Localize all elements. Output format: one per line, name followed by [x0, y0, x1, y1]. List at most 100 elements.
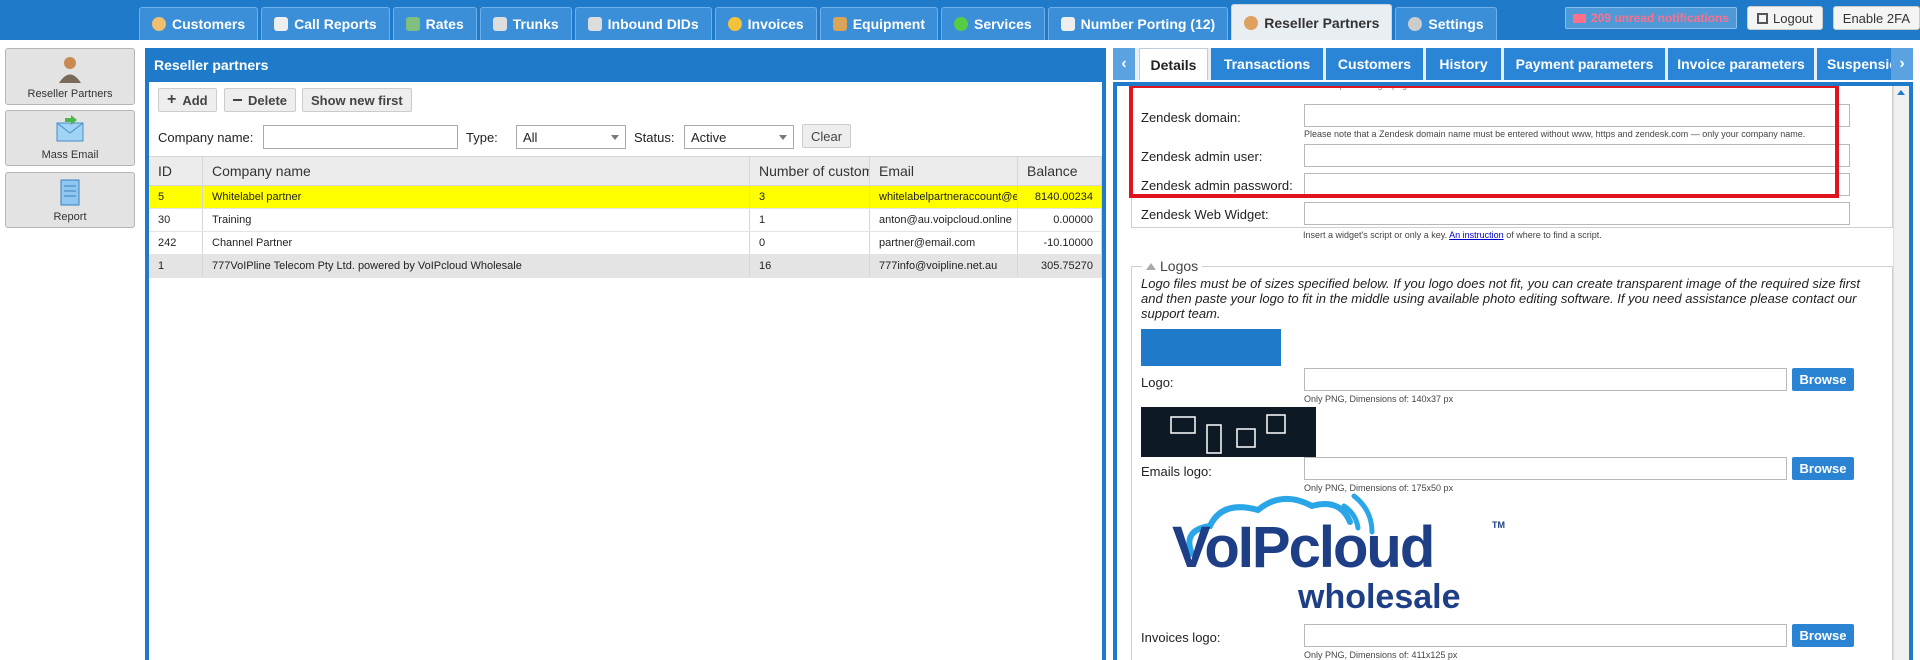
status-value: Active	[691, 129, 727, 145]
invoices-logo-preview: VoIPcloud TM wholesale	[1172, 492, 1512, 617]
widget-hint-text: Insert a widget's script or only a key.	[1303, 230, 1448, 240]
tab-invoices[interactable]: Invoices	[714, 7, 817, 40]
tab-label: Services	[974, 16, 1032, 32]
delete-button[interactable]: Delete	[224, 88, 297, 112]
tab-label: History	[1439, 56, 1488, 72]
emails-logo-file-input[interactable]	[1304, 457, 1787, 480]
tab-label: Invoices	[747, 16, 804, 32]
col-email[interactable]: Email	[870, 157, 1018, 185]
nav-reseller-partners[interactable]: Reseller Partners	[5, 48, 135, 105]
type-label: Type:	[466, 130, 498, 145]
invoices-logo-hint: Only PNG, Dimensions of: 411x125 px	[1304, 650, 1458, 660]
tab-call-reports[interactable]: Call Reports	[261, 7, 390, 40]
col-id[interactable]: ID	[149, 157, 203, 185]
cell-company: Whitelabel partner	[203, 186, 750, 208]
plus-icon: +	[167, 91, 177, 108]
envelope-icon	[1572, 13, 1586, 23]
status-select[interactable]: Active	[684, 125, 794, 149]
table-row[interactable]: 242 Channel Partner 0 partner@email.com …	[149, 232, 1102, 255]
report-icon	[274, 17, 289, 31]
tab-trunks[interactable]: Trunks	[479, 7, 572, 40]
show-new-first-button[interactable]: Show new first	[302, 88, 412, 112]
logos-legend-label: Logos	[1160, 258, 1199, 274]
list-icon	[587, 17, 602, 31]
nav-label: Mass Email	[41, 149, 99, 161]
company-name-label: Company name:	[158, 130, 254, 145]
reseller-icon	[59, 57, 81, 83]
invoices-logo-file-input[interactable]	[1304, 624, 1787, 647]
emails-logo-browse-button[interactable]: Browse	[1792, 457, 1854, 480]
table-row[interactable]: 30 Training 1 anton@au.voipcloud.online …	[149, 209, 1102, 232]
company-name-input[interactable]	[263, 125, 458, 149]
table-header: ID Company name Number of customers Emai…	[149, 156, 1102, 186]
chevron-down-icon	[611, 135, 619, 140]
tab-customers[interactable]: Customers	[139, 7, 259, 40]
logout-icon	[1757, 12, 1769, 24]
tab-equipment[interactable]: Equipment	[819, 7, 939, 40]
tab-number-porting[interactable]: Number Porting (12)	[1047, 7, 1229, 40]
notifications-label: 209 unread notifications	[1590, 11, 1730, 25]
brand-tm: TM	[1492, 520, 1505, 530]
tab-details[interactable]: Details	[1139, 48, 1208, 80]
col-number-of-customers[interactable]: Number of customers	[750, 157, 870, 185]
instruction-link[interactable]: An instruction	[1449, 230, 1504, 240]
tab-label: Payment parameters	[1515, 56, 1654, 72]
tab-customers-detail[interactable]: Customers	[1326, 48, 1423, 80]
logo-file-input[interactable]	[1304, 368, 1787, 391]
tab-transactions[interactable]: Transactions	[1211, 48, 1323, 80]
tab-scroll-left-button[interactable]: ‹	[1113, 48, 1135, 80]
tab-services[interactable]: Services	[941, 7, 1045, 40]
delete-label: Delete	[248, 92, 288, 108]
brand-sub-text: wholesale	[1298, 578, 1461, 616]
clear-button[interactable]: Clear	[802, 124, 852, 148]
nav-report[interactable]: Report	[5, 172, 135, 228]
brand-main-text: VoIPcloud	[1172, 515, 1435, 580]
nav-mass-email[interactable]: Mass Email	[5, 110, 135, 166]
notifications-button[interactable]: 209 unread notifications	[1564, 7, 1738, 29]
cell-balance: -10.10000	[1018, 232, 1102, 254]
logout-label: Logout	[1773, 10, 1813, 26]
enable-2fa-button[interactable]: Enable 2FA	[1832, 6, 1920, 30]
tab-label: Invoice parameters	[1677, 56, 1805, 72]
top-bar: Customers Call Reports Rates Trunks Inbo…	[0, 0, 1920, 40]
triangle-icon	[1146, 262, 1156, 270]
logos-fieldset: Logos Logo files must be of sizes specif…	[1131, 258, 1893, 660]
col-balance[interactable]: Balance	[1018, 157, 1102, 185]
cell-email: anton@au.voipcloud.online	[870, 209, 1018, 231]
coins-icon	[727, 17, 742, 31]
cell-email: whitelabelpartneraccount@email.com	[870, 186, 1018, 208]
cell-balance: 0.00000	[1018, 209, 1102, 231]
type-select[interactable]: All	[516, 125, 626, 149]
cell-company: 777VoIPline Telecom Pty Ltd. powered by …	[203, 255, 750, 277]
tab-history[interactable]: History	[1426, 48, 1501, 80]
tab-scroll-right-button[interactable]: ›	[1891, 48, 1913, 80]
detail-tab-bar: ‹ Details Transactions Customers History…	[1113, 48, 1913, 80]
cell-company: Training	[203, 209, 750, 231]
tab-payment-parameters[interactable]: Payment parameters	[1504, 48, 1665, 80]
nav-label: Report	[53, 211, 87, 223]
invoices-logo-browse-button[interactable]: Browse	[1792, 624, 1854, 647]
rates-icon	[405, 17, 420, 31]
logout-button[interactable]: Logout	[1747, 6, 1823, 30]
add-button[interactable]: + Add	[158, 88, 217, 112]
table-row[interactable]: 1 777VoIPline Telecom Pty Ltd. powered b…	[149, 255, 1102, 278]
zendesk-web-widget-input[interactable]	[1304, 202, 1850, 225]
tab-label: Transactions	[1223, 56, 1311, 72]
cell-customers: 0	[750, 232, 870, 254]
tab-settings[interactable]: Settings	[1395, 7, 1497, 40]
tab-invoice-parameters[interactable]: Invoice parameters	[1668, 48, 1814, 80]
logo-label: Logo:	[1141, 375, 1174, 390]
tab-inbound-dids[interactable]: Inbound DIDs	[574, 7, 712, 40]
scroll-up-icon[interactable]	[1897, 90, 1905, 95]
cell-id: 30	[149, 209, 203, 231]
logo-browse-button[interactable]: Browse	[1792, 368, 1854, 391]
tab-reseller-partners[interactable]: Reseller Partners	[1231, 4, 1393, 40]
tab-rates[interactable]: Rates	[392, 7, 477, 40]
details-scrollbar[interactable]	[1893, 86, 1909, 660]
table-row[interactable]: 5 Whitelabel partner 3 whitelabelpartner…	[149, 186, 1102, 209]
invoices-logo-label: Invoices logo:	[1141, 630, 1221, 645]
cell-customers: 1	[750, 209, 870, 231]
col-company-name[interactable]: Company name	[203, 157, 750, 185]
refresh-icon	[954, 17, 969, 31]
show-new-first-label: Show new first	[311, 92, 403, 108]
